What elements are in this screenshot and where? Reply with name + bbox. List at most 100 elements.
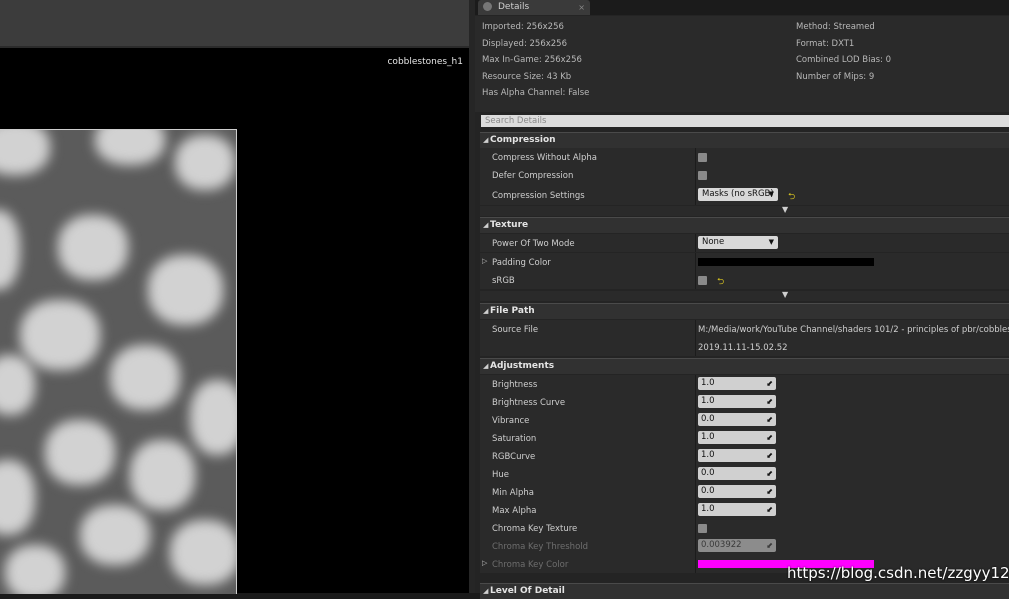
power-of-two-mode-dropdown[interactable]: None ▼ <box>698 236 778 249</box>
rgb-curve-label: RGBCurve <box>492 452 536 462</box>
category-texture[interactable]: ◢ Texture <box>480 217 1009 233</box>
rgb-curve-field[interactable]: 1.0 ⬋ <box>698 449 776 462</box>
brightness-curve-label: Brightness Curve <box>492 398 566 408</box>
min-alpha-field[interactable]: 0.0 ⬋ <box>698 485 776 498</box>
row-compress-without-alpha: Compress Without Alpha <box>480 148 1009 166</box>
max-alpha-value: 1.0 <box>701 504 715 514</box>
reset-to-default-icon[interactable]: ⮌ <box>788 189 795 205</box>
collapse-triangle-icon: ◢ <box>483 307 489 315</box>
drag-resize-icon: ⬋ <box>766 541 773 550</box>
source-file-path[interactable]: M:/Media/work/YouTube Channel/shaders 10… <box>698 325 1009 335</box>
info-displayed: Displayed: 256x256 <box>482 39 567 49</box>
drag-resize-icon[interactable]: ⬋ <box>766 395 773 408</box>
row-max-alpha: Max Alpha 1.0 ⬋ <box>480 501 1009 519</box>
drag-resize-icon[interactable]: ⬋ <box>766 431 773 444</box>
row-brightness-curve: Brightness Curve 1.0 ⬋ <box>480 393 1009 411</box>
brightness-curve-field[interactable]: 1.0 ⬋ <box>698 395 776 408</box>
drag-resize-icon[interactable]: ⬋ <box>766 449 773 462</box>
chevron-down-icon: ▼ <box>768 238 774 246</box>
chevron-down-icon: ▼ <box>768 190 774 198</box>
drag-resize-icon[interactable]: ⬋ <box>766 503 773 516</box>
category-level-of-detail[interactable]: ◢ Level Of Detail <box>480 583 1009 599</box>
chroma-key-color-label: Chroma Key Color <box>492 560 569 570</box>
tab-details[interactable]: Details × <box>478 0 590 15</box>
info-lod-bias: Combined LOD Bias: 0 <box>796 55 892 65</box>
texture-viewport-pane: cobblestones_h1 <box>0 0 471 594</box>
drag-resize-icon[interactable]: ⬋ <box>766 485 773 498</box>
hue-value: 0.0 <box>701 468 715 478</box>
row-defer-compression: Defer Compression <box>480 166 1009 184</box>
drag-resize-icon[interactable]: ⬋ <box>766 377 773 390</box>
texture-advanced-expander[interactable]: ▼ <box>480 290 1009 301</box>
info-resource-size: Resource Size: 43 Kb <box>482 72 572 82</box>
details-panel: Details × Imported: 256x256 Displayed: 2… <box>475 0 1009 599</box>
viewport-toolbar <box>0 0 469 48</box>
expand-arrow-icon[interactable]: ▷ <box>482 559 487 567</box>
texture-info: Imported: 256x256 Displayed: 256x256 Max… <box>475 16 1009 112</box>
category-adjustments-label: Adjustments <box>490 361 555 371</box>
compress-without-alpha-label: Compress Without Alpha <box>492 153 597 163</box>
info-method: Method: Streamed <box>796 22 875 32</box>
chroma-key-threshold-field: 0.003922 ⬋ <box>698 539 776 552</box>
drag-resize-icon[interactable]: ⬋ <box>766 413 773 426</box>
details-icon <box>483 2 492 11</box>
vibrance-field[interactable]: 0.0 ⬋ <box>698 413 776 426</box>
expand-arrow-icon[interactable]: ▷ <box>482 257 487 265</box>
defer-compression-label: Defer Compression <box>492 171 574 181</box>
search-details-input[interactable]: Search Details <box>481 115 1009 127</box>
reset-to-default-icon[interactable]: ⮌ <box>717 274 724 290</box>
compression-advanced-expander[interactable]: ▼ <box>480 205 1009 216</box>
vibrance-value: 0.0 <box>701 414 715 424</box>
collapse-triangle-icon: ◢ <box>483 221 489 229</box>
defer-compression-checkbox[interactable] <box>698 171 707 180</box>
brightness-curve-value: 1.0 <box>701 396 715 406</box>
hue-field[interactable]: 0.0 ⬋ <box>698 467 776 480</box>
compress-without-alpha-checkbox[interactable] <box>698 153 707 162</box>
power-of-two-mode-label: Power Of Two Mode <box>492 239 575 249</box>
chroma-key-texture-label: Chroma Key Texture <box>492 524 578 534</box>
info-has-alpha: Has Alpha Channel: False <box>482 88 590 98</box>
compression-settings-dropdown[interactable]: Masks (no sRGB) ▼ <box>698 188 778 201</box>
min-alpha-value: 0.0 <box>701 486 715 496</box>
rgb-curve-value: 1.0 <box>701 450 715 460</box>
max-alpha-field[interactable]: 1.0 ⬋ <box>698 503 776 516</box>
chroma-key-texture-checkbox[interactable] <box>698 524 707 533</box>
texture-name-label: cobblestones_h1 <box>387 57 463 67</box>
brightness-value: 1.0 <box>701 378 715 388</box>
category-file-path[interactable]: ◢ File Path <box>480 303 1009 319</box>
texture-preview-image[interactable] <box>0 129 237 594</box>
padding-color-swatch[interactable] <box>698 258 874 266</box>
expand-down-icon: ▼ <box>782 290 789 299</box>
chroma-key-threshold-label: Chroma Key Threshold <box>492 542 589 552</box>
row-chroma-key-texture: Chroma Key Texture <box>480 519 1009 537</box>
chroma-key-threshold-value: 0.003922 <box>701 540 742 550</box>
row-hue: Hue 0.0 ⬋ <box>480 465 1009 483</box>
saturation-label: Saturation <box>492 434 537 444</box>
expand-down-icon: ▼ <box>782 205 789 214</box>
power-of-two-mode-value: None <box>702 237 725 247</box>
texture-viewport[interactable]: cobblestones_h1 <box>0 52 469 594</box>
brightness-field[interactable]: 1.0 ⬋ <box>698 377 776 390</box>
min-alpha-label: Min Alpha <box>492 488 534 498</box>
row-source-file: Source File M:/Media/work/YouTube Channe… <box>480 320 1009 356</box>
info-imported: Imported: 256x256 <box>482 22 564 32</box>
row-saturation: Saturation 1.0 ⬋ <box>480 429 1009 447</box>
srgb-checkbox[interactable] <box>698 276 707 285</box>
saturation-field[interactable]: 1.0 ⬋ <box>698 431 776 444</box>
row-rgb-curve: RGBCurve 1.0 ⬋ <box>480 447 1009 465</box>
saturation-value: 1.0 <box>701 432 715 442</box>
category-level-of-detail-label: Level Of Detail <box>490 586 565 596</box>
category-compression[interactable]: ◢ Compression <box>480 132 1009 148</box>
hue-label: Hue <box>492 470 510 480</box>
collapse-triangle-icon: ◢ <box>483 136 489 144</box>
brightness-label: Brightness <box>492 380 538 390</box>
source-file-timestamp: 2019.11.11-15.02.52 <box>698 343 788 353</box>
category-adjustments[interactable]: ◢ Adjustments <box>480 358 1009 374</box>
category-texture-label: Texture <box>490 220 529 230</box>
padding-color-label: Padding Color <box>492 258 551 268</box>
close-icon[interactable]: × <box>578 0 585 15</box>
srgb-label: sRGB <box>492 276 515 286</box>
info-format: Format: DXT1 <box>796 39 855 49</box>
vibrance-label: Vibrance <box>492 416 530 426</box>
drag-resize-icon[interactable]: ⬋ <box>766 467 773 480</box>
